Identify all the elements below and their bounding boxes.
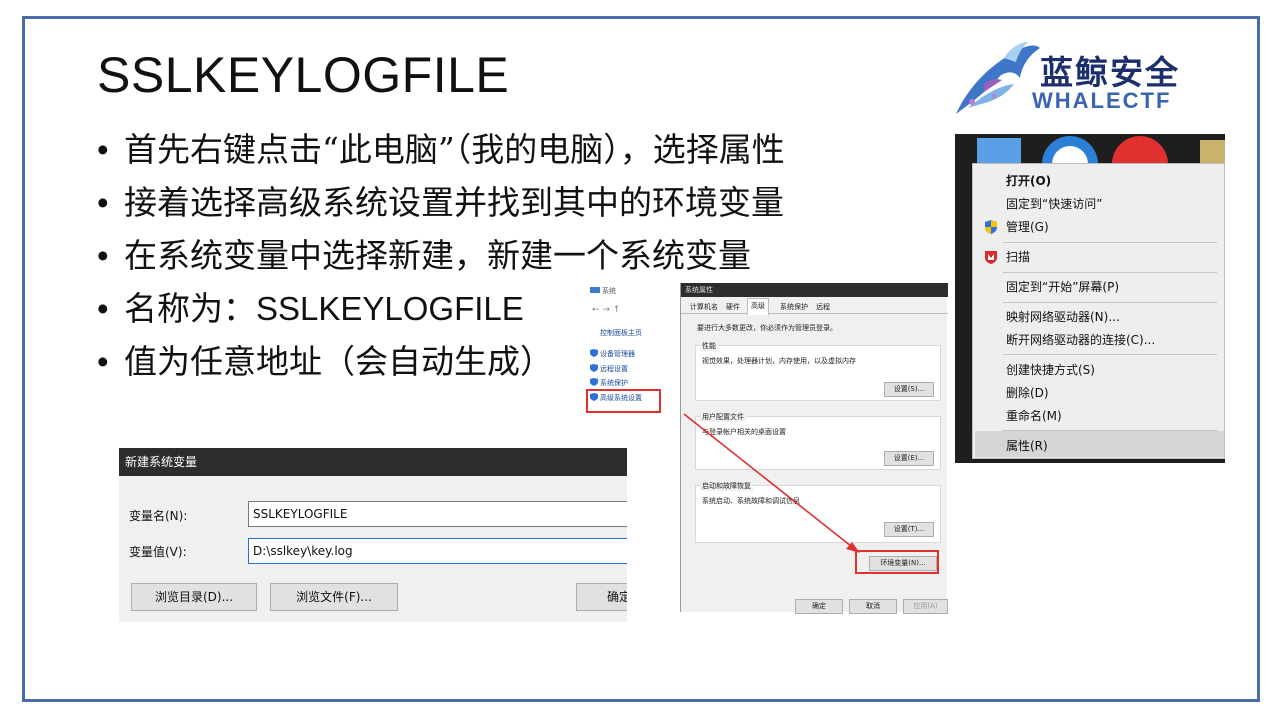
logo-english-text: WHALECTF [1032,88,1172,113]
browse-file-button[interactable]: 浏览文件(F)... [270,583,398,611]
profile-settings-button[interactable]: 设置(E)... [884,451,934,466]
arrow-icon [683,413,860,553]
menu-item-scan[interactable]: 扫描 [1006,247,1030,267]
bullet-value: SSLKEYLOGFILE [256,290,524,327]
ok-button[interactable]: 确定 [795,599,843,614]
menu-item-rename[interactable]: 重命名(M) [1006,406,1062,426]
cancel-button[interactable]: 取消 [849,599,897,614]
group-title: 性能 [700,341,718,351]
menu-item-open[interactable]: 打开(O) [1006,171,1051,191]
highlight-advanced-settings [586,389,661,413]
mcafee-scan-icon [985,251,997,264]
browse-directory-button[interactable]: 浏览目录(D)... [131,583,257,611]
menu-separator [1003,302,1217,303]
menu-item-map-drive[interactable]: 映射网络驱动器(N)... [1006,307,1120,327]
context-menu: 打开(O) 固定到“快速访问” 管理(G) 扫描 固定到“开始”屏幕(P) 映射… [972,163,1225,459]
menu-item-pin-start[interactable]: 固定到“开始”屏幕(P) [1006,277,1119,297]
logo-chinese-text: 蓝鲸安全 [1040,53,1180,92]
bullet-item: 接着选择高级系统设置并找到其中的环境变量 [97,181,785,234]
var-value-input[interactable]: D:\sslkey\key.log [248,538,627,564]
var-value-label: 变量值(V): [129,545,187,559]
tab-advanced[interactable]: 高级 [747,298,769,315]
tab-hardware[interactable]: 硬件 [723,300,743,314]
link-device-manager[interactable]: 设备管理器 [600,349,635,359]
var-name-label: 变量名(N): [129,509,188,523]
group-desc: 视觉效果，处理器计划，内存使用，以及虚拟内存 [702,357,856,365]
menu-item-pin-quick-access[interactable]: 固定到“快速访问” [1006,194,1102,214]
tab-computer-name[interactable]: 计算机名 [687,300,721,314]
tab-bar: 计算机名 硬件 高级 系统保护 远程 [681,298,948,315]
startup-settings-button[interactable]: 设置(T)... [884,522,934,537]
menu-separator [1003,272,1217,273]
shield-icon [985,220,997,234]
var-name-input[interactable]: SSLKEYLOGFILE [248,501,627,527]
perf-settings-button[interactable]: 设置(S)... [884,382,934,397]
menu-separator [1003,354,1217,355]
dialog-title: 新建系统变量 [119,448,627,476]
menu-item-delete[interactable]: 删除(D) [1006,383,1049,403]
bullet-item: 在系统变量中选择新建，新建一个系统变量 [97,234,785,287]
slide-title: SSLKEYLOGFILE [97,47,510,103]
group-performance: 性能 视觉效果，处理器计划，内存使用，以及虚拟内存 设置(S)... [695,341,941,401]
link-control-panel-home[interactable]: 控制面板主页 [600,328,642,338]
link-remote-settings[interactable]: 远程设置 [600,364,628,374]
new-variable-dialog: 新建系统变量 变量名(N): SSLKEYLOGFILE 变量值(V): D:\… [119,448,627,622]
dialog-title: 系统属性 [681,283,948,297]
link-system-protection[interactable]: 系统保护 [600,378,628,388]
menu-item-properties[interactable]: 属性(R) [1006,436,1048,456]
admin-note: 要进行大多数更改，你必须作为管理员登录。 [697,324,837,332]
nav-arrows-icon[interactable]: ← → ↑ [592,305,620,315]
tab-system-protection[interactable]: 系统保护 [777,300,811,314]
bullet-label: 名称为： [124,289,256,328]
bullet-item: 首先右键点击“此电脑”（我的电脑），选择属性 [97,128,785,181]
window-breadcrumb: 系统 [602,287,616,295]
menu-separator [1003,430,1217,431]
tab-remote[interactable]: 远程 [813,300,833,314]
ok-button[interactable]: 确定 [576,583,627,611]
menu-item-create-shortcut[interactable]: 创建快捷方式(S) [1006,360,1095,380]
menu-item-manage[interactable]: 管理(G) [1006,217,1049,237]
menu-separator [1003,242,1217,243]
computer-icon [590,287,600,293]
menu-item-disconnect-drive[interactable]: 断开网络驱动器的连接(C)... [1006,330,1155,350]
apply-button[interactable]: 应用(A) [903,599,948,614]
